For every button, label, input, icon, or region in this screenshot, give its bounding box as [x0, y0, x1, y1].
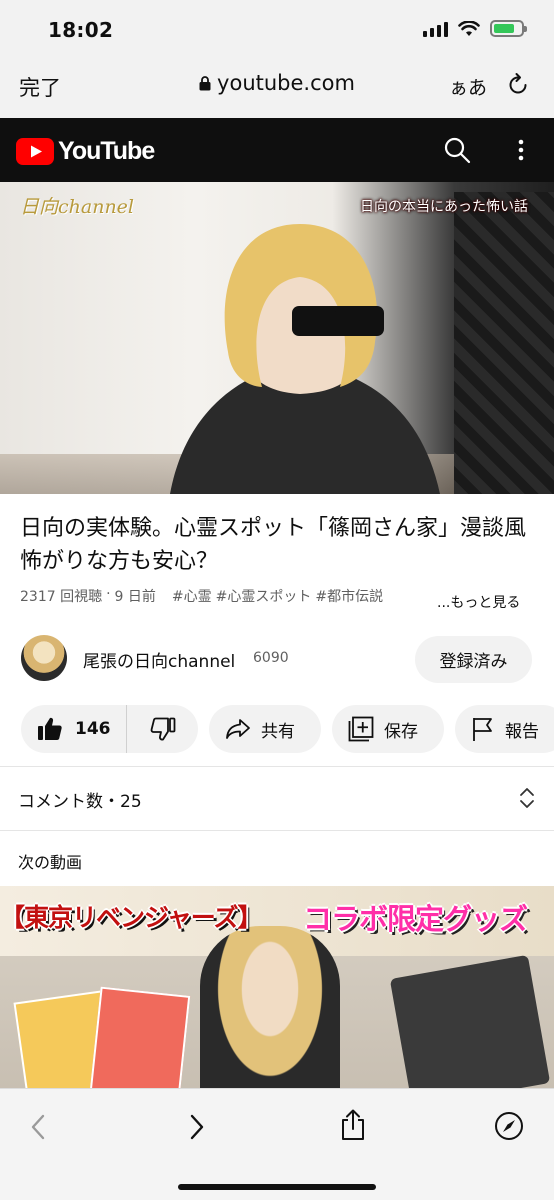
player-person-figure	[170, 224, 440, 494]
thumbnail-merch-card	[89, 986, 191, 1088]
comments-section[interactable]: コメント数・25	[0, 767, 554, 829]
wifi-icon	[458, 20, 480, 36]
thumbnail-title-right: コラボ限定グッズ	[303, 902, 528, 936]
channel-watermark: 日向channel	[20, 196, 135, 218]
thumbnail-title-left: 【東京リベンジャーズ】	[0, 903, 263, 932]
expand-icon[interactable]	[519, 787, 535, 809]
save-button[interactable]: 保存	[332, 705, 444, 753]
flag-icon	[473, 718, 492, 741]
youtube-logo[interactable]: YouTube	[16, 137, 155, 166]
compass-icon[interactable]	[494, 1111, 524, 1141]
channel-row: 尾張の日向channel 6090 登録済み	[0, 633, 554, 687]
status-icons	[423, 20, 527, 37]
add-to-playlist-icon	[348, 716, 374, 742]
up-next-heading: 次の動画	[18, 853, 83, 872]
youtube-logo-text: YouTube	[58, 137, 155, 165]
subscriber-count: 6090	[253, 650, 289, 666]
reload-icon[interactable]	[506, 72, 530, 98]
hashtag[interactable]: #心霊	[172, 586, 212, 606]
comment-count: コメント数・25	[18, 792, 142, 812]
cellular-signal-icon	[423, 21, 448, 37]
more-vert-icon[interactable]	[516, 138, 526, 162]
search-icon[interactable]	[443, 136, 471, 164]
hashtag[interactable]: #都市伝説	[315, 586, 383, 606]
video-caption-overlay: 日向の本当にあった怖い話	[360, 199, 528, 215]
hashtag[interactable]: #心霊スポット	[216, 586, 312, 606]
safari-toolbar	[0, 1088, 554, 1200]
upload-age: 9 日前	[114, 589, 156, 605]
thumbs-up-icon	[38, 717, 62, 740]
status-bar: 18:02	[0, 0, 554, 62]
thumbnail-merch-panel	[389, 954, 551, 1088]
subscribed-button[interactable]: 登録済み	[415, 636, 532, 683]
show-more-link[interactable]: ...もっと見る	[429, 592, 521, 612]
share-arrow-icon	[226, 719, 250, 739]
lock-icon	[199, 76, 211, 91]
home-indicator	[178, 1184, 376, 1190]
text-size-button[interactable]: ぁあ	[449, 73, 487, 100]
share-label: 共有	[261, 721, 295, 742]
thumbnail-person	[200, 926, 340, 1088]
video-title: 日向の実体験。心霊スポット「篠岡さん家」漫談風 怖がりな方も安心？	[20, 516, 527, 574]
dislike-button[interactable]	[127, 705, 198, 753]
back-icon[interactable]	[28, 1113, 48, 1141]
share-icon[interactable]	[340, 1109, 366, 1141]
youtube-header: YouTube	[0, 118, 554, 182]
youtube-play-icon	[16, 138, 54, 165]
next-video-thumbnail[interactable]: 【東京リベンジャーズ】 コラボ限定グッズ	[0, 886, 554, 1088]
url-text: youtube.com	[217, 71, 355, 95]
status-time: 18:02	[48, 18, 114, 42]
channel-avatar[interactable]	[21, 635, 67, 681]
like-button[interactable]: 146	[21, 705, 127, 753]
report-button[interactable]: 報告	[455, 705, 554, 753]
video-player[interactable]: 日向channel 日向の本当にあった怖い話	[0, 182, 554, 494]
save-label: 保存	[384, 721, 418, 742]
report-label: 報告	[505, 721, 539, 742]
view-count: 2317 回視聴	[20, 589, 103, 605]
like-count: 146	[75, 719, 111, 739]
battery-icon	[490, 20, 527, 37]
like-dislike-pill: 146	[21, 705, 198, 753]
forward-icon[interactable]	[187, 1113, 207, 1141]
divider	[0, 830, 554, 831]
thumbs-down-icon	[150, 717, 175, 741]
safari-address-bar: 完了 youtube.com ぁあ	[0, 62, 554, 118]
action-row: 146 共有 保存 報告	[21, 705, 554, 753]
channel-name[interactable]: 尾張の日向channel	[83, 647, 235, 672]
share-button[interactable]: 共有	[209, 705, 321, 753]
